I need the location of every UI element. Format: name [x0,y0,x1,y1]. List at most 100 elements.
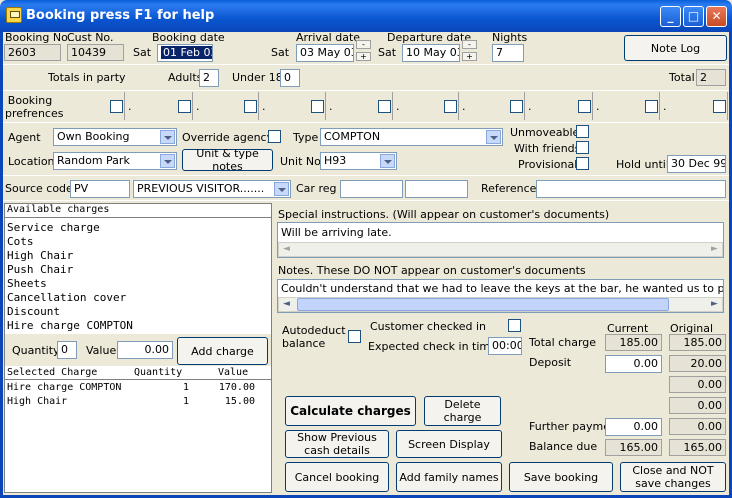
screen-display-button[interactable]: Screen Display [396,430,502,458]
notes-scrollbar[interactable]: ◄ ► [278,297,723,312]
balance-due-current: 165.00 [605,439,662,456]
available-charge-item[interactable]: Discount [7,305,269,319]
preference-checkbox[interactable] [578,100,591,113]
reference-label: Reference [481,182,537,195]
preference-checkbox[interactable] [244,100,257,113]
preference-checkbox[interactable] [110,100,123,113]
agent-label: Agent [8,131,41,144]
preference-checkbox[interactable] [178,100,191,113]
notes-scrollbar-thumb[interactable] [297,298,669,311]
calculate-charges-button[interactable]: Calculate charges [285,396,416,426]
selected-charge-header: Selected Charge [7,367,98,378]
location-select[interactable]: Random Park [53,152,177,170]
preference-checkbox[interactable] [444,100,457,113]
delete-charge-button[interactable]: Delete charge [424,396,501,426]
selected-value-header: Value [218,367,249,378]
preference-checkbox[interactable] [645,100,658,113]
available-charge-item[interactable]: Hire charge COMPTON [7,319,269,333]
quantity-label: Quantity [12,344,60,357]
available-charges-label: Available charges [7,204,110,215]
customer-checked-in-checkbox[interactable] [508,319,521,332]
divider [5,217,271,218]
available-charge-item[interactable]: Sheets [7,277,269,291]
window-title: Booking press F1 for help [26,8,215,23]
available-charge-item[interactable]: Cancellation cover [7,291,269,305]
available-charge-item[interactable]: High Chair [7,249,269,263]
available-charges-list[interactable]: Service charge Cots High Chair Push Chair Sh… [7,221,269,333]
agent-select[interactable]: Own Booking [53,128,177,146]
source-name-select[interactable]: PREVIOUS VISITOR....... [133,180,291,198]
note-log-button[interactable]: Note Log [624,35,727,61]
selected-charge-row[interactable]: High Chair 1 15.00 [7,396,269,410]
deposit-current-field[interactable]: 0.00 [605,355,662,373]
departure-date-field[interactable]: 10 May 03 [402,44,460,62]
adults-field[interactable]: 2 [199,69,219,87]
source-code-field[interactable]: PV [70,180,130,198]
preference-dot: . [262,100,266,113]
quantity-field[interactable]: 0 [57,341,77,359]
source-name-value: PREVIOUS VISITOR....... [137,182,265,195]
balance-due-original: 165.00 [669,439,726,456]
under-18-field[interactable]: 0 [280,69,300,87]
arrival-plus-button[interactable]: + [356,52,371,61]
nights-field[interactable]: 7 [492,44,524,62]
available-charge-item[interactable]: Service charge [7,221,269,235]
nights-label: Nights [492,31,528,44]
maximize-icon[interactable]: □ [683,6,704,27]
unit-no-select[interactable]: H93 [320,152,397,170]
available-charge-item[interactable]: Push Chair [7,263,269,277]
departure-plus-button[interactable]: + [462,52,477,61]
car-reg-field-1[interactable] [340,180,403,198]
selected-charge-row[interactable]: Hire charge COMPTON 1 170.00 [7,382,269,396]
booking-date-value: 01 Feb 03 [161,46,212,59]
close-icon[interactable]: ✕ [706,6,727,27]
unmoveable-checkbox[interactable] [576,125,589,138]
booking-preferences-label: Booking prefrences [5,94,64,120]
override-agency-checkbox[interactable] [268,130,281,143]
further-payment-field[interactable]: 0.00 [605,418,662,436]
available-charge-item[interactable]: Cots [7,235,269,249]
notes-textarea[interactable]: Couldn't understand that we had to leave… [277,279,724,313]
hold-until-label: Hold until [616,158,669,171]
provisional-checkbox[interactable] [576,157,589,170]
cancel-booking-button[interactable]: Cancel booking [285,462,389,492]
type-select[interactable]: COMPTON [320,128,503,146]
preference-checkbox[interactable] [378,100,391,113]
preference-checkbox[interactable] [510,100,523,113]
add-family-names-button[interactable]: Add family names [396,462,502,492]
departure-minus-button[interactable]: - [462,40,477,49]
provisional-label: Provisional [518,158,578,171]
unit-no-value: H93 [324,154,347,167]
reference-field[interactable] [536,180,726,198]
value-field[interactable]: 0.00 [117,341,173,359]
arrival-date-label: Arrival date [296,31,361,44]
preference-dot: . [196,100,200,113]
show-previous-cash-button[interactable]: Show Previous cash details [285,430,389,458]
hold-until-field[interactable]: 30 Dec 99 [667,155,726,173]
autodeduct-checkbox[interactable] [348,330,361,343]
unit-type-notes-button[interactable]: Unit & type notes [182,147,273,173]
preference-checkbox[interactable] [311,100,324,113]
preference-dot: . [128,100,132,113]
minimize-icon[interactable]: _ [660,6,681,27]
with-friends-checkbox[interactable] [576,141,589,154]
booking-date-field[interactable]: 01 Feb 03 [157,44,213,62]
value-label: Value [86,344,117,357]
expected-check-in-label: Expected check in time [368,340,497,353]
special-scrollbar[interactable]: ◄ ► [278,242,723,257]
car-reg-field-2[interactable] [405,180,468,198]
selected-charges-list[interactable]: Hire charge COMPTON 1 170.00 High Chair 1 15.… [7,382,269,410]
special-instructions-textarea[interactable]: Will be arriving late. ◄ ► [277,222,724,258]
arrival-minus-button[interactable]: - [356,40,371,49]
arrival-date-field[interactable]: 03 May 03 [296,44,354,62]
add-charge-button[interactable]: Add charge [177,337,268,365]
close-not-save-button[interactable]: Close and NOT save changes [620,462,726,492]
balance-due-label: Balance due [529,440,598,453]
deposit-original: 20.00 [669,355,726,372]
selected-charge-name: Hire charge COMPTON [7,382,122,393]
preference-checkbox[interactable] [713,100,726,113]
title-bar[interactable]: Booking press F1 for help _ □ ✕ [0,0,732,32]
save-booking-button[interactable]: Save booking [509,462,613,492]
expected-time-field[interactable]: 00:00 [488,337,522,355]
booking-date-day: Sat [133,46,152,59]
